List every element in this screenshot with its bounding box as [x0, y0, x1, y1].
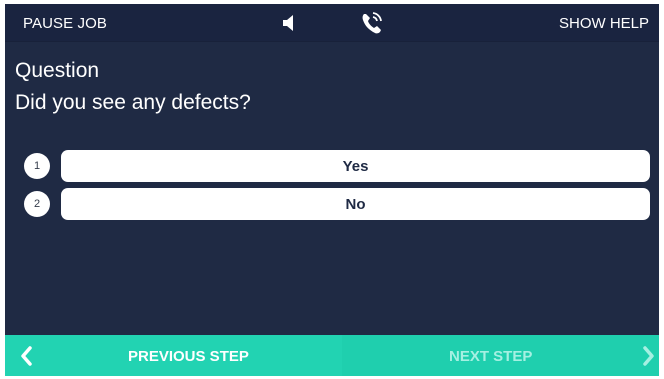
top-bar: PAUSE JOB SHOW HELP [5, 4, 659, 42]
pause-job-button[interactable]: PAUSE JOB [23, 15, 107, 32]
footer-nav: PREVIOUS STEP NEXT STEP [5, 335, 659, 376]
chevron-left-icon [19, 345, 33, 367]
option-number-badge: 1 [24, 153, 50, 179]
answer-option: 1 Yes [5, 150, 659, 182]
next-step-label: NEXT STEP [449, 348, 533, 365]
next-step-button[interactable]: NEXT STEP [342, 335, 659, 376]
show-help-button[interactable]: SHOW HELP [559, 15, 649, 32]
speaker-icon[interactable] [282, 14, 298, 32]
option-number-badge: 2 [24, 191, 50, 217]
previous-step-button[interactable]: PREVIOUS STEP [5, 335, 342, 376]
phone-call-icon[interactable] [361, 11, 383, 35]
answer-yes-button[interactable]: Yes [61, 150, 650, 182]
app-screen: PAUSE JOB SHOW HELP Question Did you see… [5, 4, 659, 376]
chevron-right-icon [642, 345, 656, 367]
question-text: Did you see any defects? [15, 91, 251, 114]
answer-no-button[interactable]: No [61, 188, 650, 220]
question-heading: Question [15, 59, 100, 82]
answer-option: 2 No [5, 188, 659, 220]
previous-step-label: PREVIOUS STEP [128, 348, 249, 365]
